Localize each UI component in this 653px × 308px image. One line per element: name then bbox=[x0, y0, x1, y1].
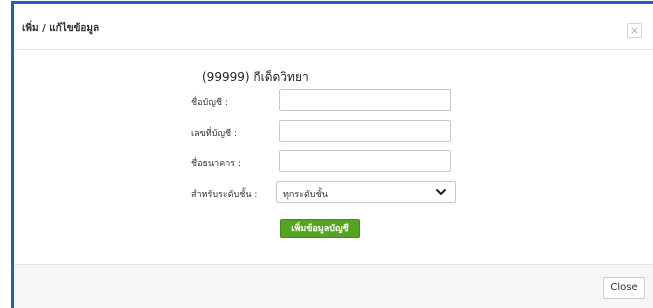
bank-name-input[interactable] bbox=[279, 150, 451, 172]
dialog-footer: Close bbox=[14, 264, 653, 308]
add-account-button[interactable]: เพิ่มข้อมูลบัญชี bbox=[280, 219, 360, 238]
dialog-header: เพิ่ม / แก้ไขข้อมูล × bbox=[14, 4, 653, 50]
dialog-title: เพิ่ม / แก้ไขข้อมูล bbox=[22, 23, 100, 34]
account-name-label: ชื่อบัญชี : bbox=[191, 98, 228, 108]
account-number-input[interactable] bbox=[279, 120, 451, 142]
school-title: (99999) กีเด็ดวิทยา bbox=[202, 70, 309, 84]
bank-name-label: ชื่อธนาคาร : bbox=[191, 159, 242, 169]
level-label: สำหรับระดับชั้น : bbox=[191, 190, 258, 200]
close-button[interactable]: Close bbox=[603, 277, 645, 299]
chevron-down-icon bbox=[436, 189, 446, 195]
edit-dialog: เพิ่ม / แก้ไขข้อมูล × (99999) กีเด็ดวิทย… bbox=[11, 1, 653, 308]
account-number-label: เลขที่บัญชี : bbox=[191, 129, 238, 139]
account-name-input[interactable] bbox=[279, 89, 451, 111]
level-selected-value: ทุกระดับชั้น bbox=[283, 190, 328, 200]
close-icon[interactable]: × bbox=[627, 23, 642, 38]
level-select[interactable]: ทุกระดับชั้น bbox=[276, 181, 456, 203]
